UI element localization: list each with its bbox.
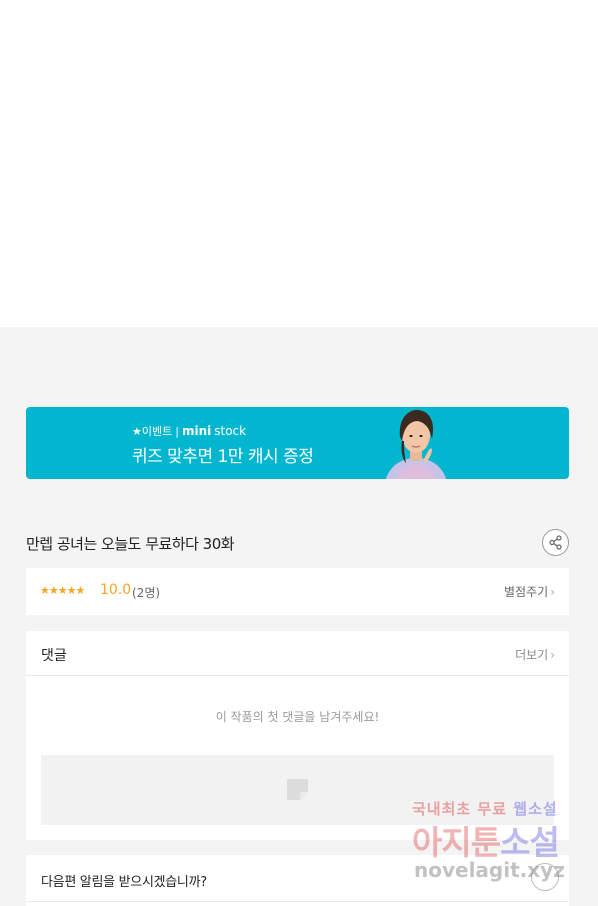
notify-toggle-button[interactable]: [531, 863, 559, 891]
comments-more-label: 더보기: [515, 648, 549, 662]
notify-question: 다음편 알림을 받으시겠습니까?: [41, 875, 207, 890]
comment-section: 댓글 더보기 › 이 작품의 첫 댓글을 남겨주세요!: [26, 631, 569, 840]
divider: [26, 901, 569, 902]
chevron-right-icon: ›: [550, 585, 555, 599]
banner-tag-separator: |: [175, 424, 179, 438]
rating-card: ★★★★★ 10.0 (2명) 별점주기 ›: [26, 568, 569, 615]
next-episode-notify: 다음편 알림을 받으시겠습니까?: [26, 855, 569, 906]
share-icon: [549, 535, 562, 550]
episode-title-row: 만렙 공녀는 오늘도 무료하다 30화: [26, 528, 569, 558]
comment-label: 댓글: [41, 648, 67, 664]
comment-input-box[interactable]: [41, 755, 554, 825]
rate-button-label: 별점주기: [504, 585, 549, 599]
episode-title: 만렙 공녀는 오늘도 무료하다 30화: [26, 535, 235, 553]
rating-stars: ★★★★★: [40, 584, 85, 597]
rate-button[interactable]: 별점주기 ›: [504, 583, 555, 600]
event-banner[interactable]: ★이벤트 | mini stock 퀴즈 맞추면 1만 캐시 증정: [26, 407, 569, 479]
brand-mini: mini: [181, 424, 212, 438]
banner-model-image: [386, 409, 446, 479]
rating-score: 10.0: [100, 582, 132, 598]
banner-title: 퀴즈 맞추면 1만 캐시 증정: [132, 447, 314, 467]
rating-count: (2명): [132, 586, 161, 600]
banner-tag: ★이벤트 | mini stock: [132, 423, 246, 439]
share-button[interactable]: [542, 529, 569, 556]
chevron-right-icon: ›: [550, 648, 555, 662]
empty-comments-message: 이 작품의 첫 댓글을 남겨주세요!: [215, 710, 380, 724]
comment-placeholder-icon: [287, 779, 308, 800]
banner-tag-event: ★이벤트: [132, 425, 173, 438]
brand-stock: stock: [214, 424, 247, 438]
comment-header: 댓글 더보기 ›: [26, 631, 569, 676]
comments-more-button[interactable]: 더보기 ›: [515, 646, 555, 663]
content-blank-area: [0, 0, 598, 327]
